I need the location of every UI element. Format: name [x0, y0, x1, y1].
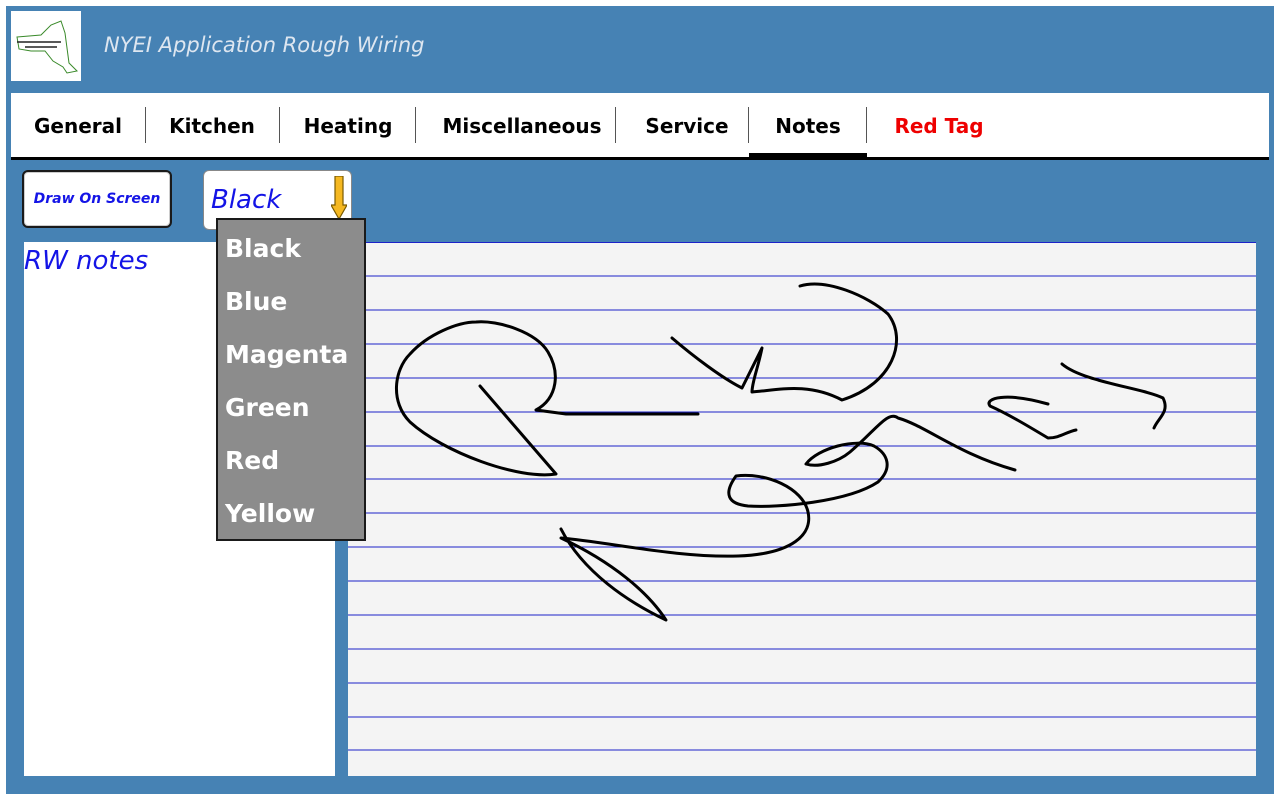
tab-separator: [279, 107, 280, 143]
ny-state-map-logo: [11, 11, 81, 81]
app-frame: NYEI Application Rough Wiring General Ki…: [6, 6, 1274, 794]
drawing-canvas[interactable]: [348, 242, 1256, 776]
tab-separator: [145, 107, 146, 143]
app-title: NYEI Application Rough Wiring: [104, 33, 425, 57]
yellow-down-arrow-icon: [329, 175, 349, 224]
tab-general[interactable]: General: [28, 93, 128, 157]
tab-heating[interactable]: Heating: [301, 93, 395, 157]
tab-kitchen[interactable]: Kitchen: [165, 93, 259, 157]
draw-on-screen-button[interactable]: Draw On Screen: [22, 170, 172, 228]
tab-separator: [615, 107, 616, 143]
tab-bar: General Kitchen Heating Miscellaneous Se…: [11, 93, 1269, 160]
color-dropdown-menu: Black Blue Magenta Green Red Yellow: [216, 218, 366, 541]
tab-notes[interactable]: Notes: [749, 93, 867, 160]
tab-separator: [415, 107, 416, 143]
color-option-blue[interactable]: Blue: [225, 282, 287, 322]
color-option-yellow[interactable]: Yellow: [225, 494, 315, 534]
tab-service[interactable]: Service: [635, 93, 739, 157]
color-option-green[interactable]: Green: [225, 388, 310, 428]
tab-separator: [866, 107, 867, 143]
notes-title: RW notes: [24, 246, 149, 276]
rule-lines: [348, 242, 1256, 751]
ink-strokes: [395, 282, 1167, 622]
tab-red-tag[interactable]: Red Tag: [887, 93, 991, 157]
color-option-black[interactable]: Black: [225, 229, 301, 269]
color-select-value: Black: [211, 185, 282, 215]
color-option-magenta[interactable]: Magenta: [225, 335, 348, 375]
app-header: NYEI Application Rough Wiring: [6, 6, 1274, 93]
tab-miscellaneous[interactable]: Miscellaneous: [439, 93, 605, 157]
color-option-red[interactable]: Red: [225, 441, 279, 481]
